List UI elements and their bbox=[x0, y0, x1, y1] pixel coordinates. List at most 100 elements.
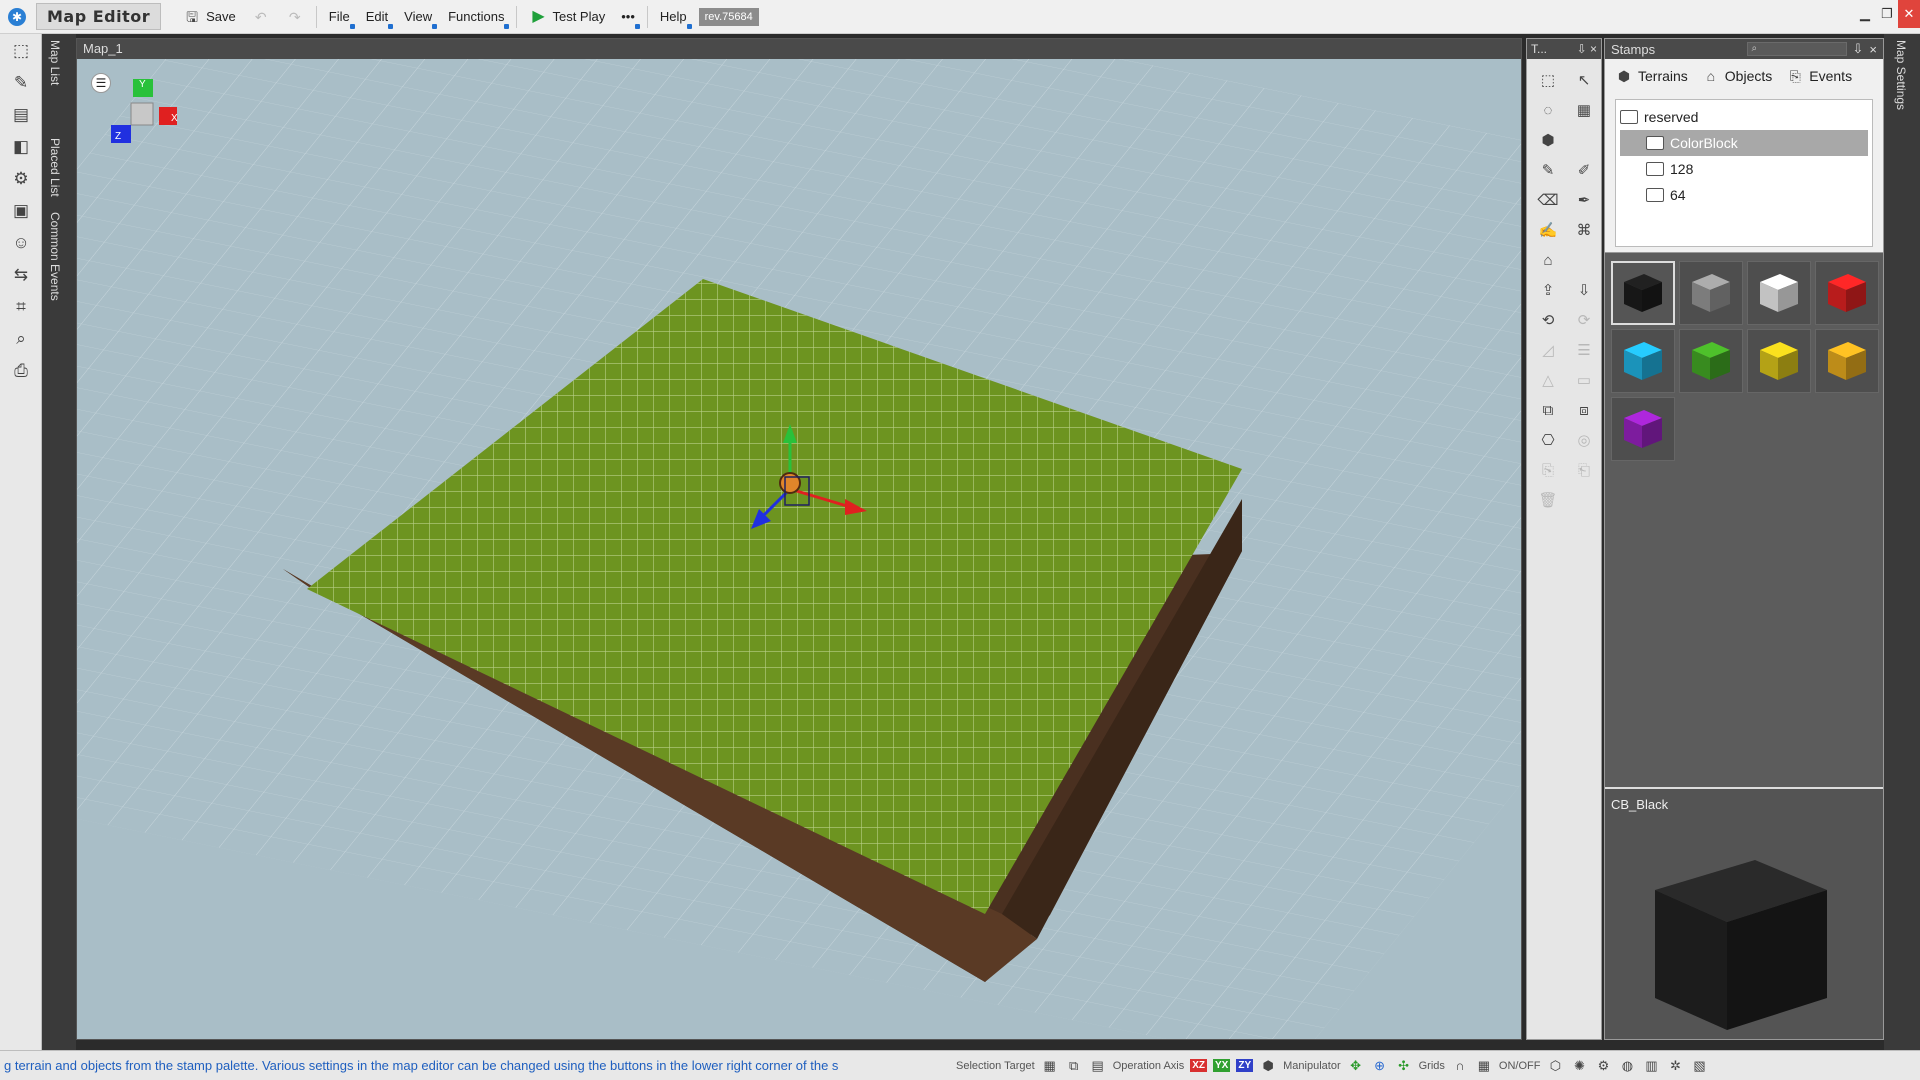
menu-view-label: View bbox=[404, 9, 433, 24]
globe-toggle-icon[interactable]: ◍ bbox=[1618, 1057, 1636, 1075]
brush-icon[interactable]: ✐ bbox=[1569, 155, 1599, 185]
layers-icon[interactable]: ☰ bbox=[1569, 335, 1599, 365]
lower-icon[interactable]: ⇩ bbox=[1569, 275, 1599, 305]
pin-icon[interactable]: ⇩ bbox=[1853, 41, 1864, 57]
viewport-tab[interactable]: Map_1 bbox=[77, 39, 1521, 59]
rotate-icon[interactable]: ⟲ bbox=[1533, 305, 1563, 335]
settings-toggle-icon[interactable]: ▧ bbox=[1690, 1057, 1708, 1075]
paint-icon[interactable]: ✍ bbox=[1533, 215, 1563, 245]
map-edit-icon[interactable]: ✎ bbox=[5, 68, 37, 98]
tab-objects[interactable]: ⌂ Objects bbox=[1702, 63, 1773, 89]
house-icon[interactable]: ⌂ bbox=[1533, 245, 1563, 275]
flow-icon[interactable]: ⇆ bbox=[5, 260, 37, 290]
axis-xz-button[interactable]: XZ bbox=[1190, 1059, 1208, 1072]
map-viewport[interactable]: Map_1 ☰ Y X Z bbox=[76, 38, 1522, 1040]
document-icon[interactable]: ◧ bbox=[5, 132, 37, 162]
stamp-icon[interactable]: ⎔ bbox=[1533, 425, 1563, 455]
menu-functions[interactable]: Functions bbox=[440, 4, 512, 30]
event-target-icon[interactable]: ▤ bbox=[1089, 1057, 1107, 1075]
menu-view[interactable]: View bbox=[396, 4, 440, 30]
paste-icon[interactable]: ⎗ bbox=[1569, 455, 1599, 485]
magnet-icon[interactable]: ∩ bbox=[1451, 1057, 1469, 1075]
close-icon[interactable]: × bbox=[1869, 42, 1877, 57]
axis-orientation-gizmo[interactable]: Y X Z bbox=[101, 75, 191, 155]
stamp-swatch[interactable] bbox=[1679, 329, 1743, 393]
stamp-swatch[interactable] bbox=[1611, 397, 1675, 461]
tab-terrains[interactable]: ⬢ Terrains bbox=[1615, 63, 1688, 89]
redo-button[interactable]: ↷ bbox=[278, 4, 312, 30]
database-icon[interactable]: ▤ bbox=[5, 100, 37, 130]
grid-target-icon[interactable]: ▦ bbox=[1041, 1057, 1059, 1075]
grid-select-icon[interactable]: ▦ bbox=[1569, 95, 1599, 125]
tab-map-settings[interactable]: Map Settings bbox=[1894, 40, 1908, 110]
character-icon[interactable]: ☺ bbox=[5, 228, 37, 258]
stamp-swatch[interactable] bbox=[1815, 329, 1879, 393]
search-icon[interactable]: ⌕ bbox=[5, 324, 37, 354]
box-icon[interactable]: ▭ bbox=[1569, 365, 1599, 395]
lasso-icon[interactable]: ◌ bbox=[1533, 95, 1563, 125]
grid-icon[interactable]: ▦ bbox=[1475, 1057, 1493, 1075]
stamp-swatch[interactable] bbox=[1747, 329, 1811, 393]
manipulator-icon[interactable]: ⬢ bbox=[1259, 1057, 1277, 1075]
tree-folder-reserved[interactable]: reserved bbox=[1620, 104, 1868, 130]
raise-icon[interactable]: ⇪ bbox=[1533, 275, 1563, 305]
cube-icon[interactable]: ⬢ bbox=[1533, 125, 1563, 155]
move-gizmo-icon[interactable]: ✥ bbox=[1347, 1057, 1365, 1075]
stamp-swatch[interactable] bbox=[1815, 261, 1879, 325]
merge-icon[interactable]: ⧉ bbox=[1533, 395, 1563, 425]
slope-icon[interactable]: ◿ bbox=[1533, 335, 1563, 365]
rotate-gizmo-icon[interactable]: ⊕ bbox=[1371, 1057, 1389, 1075]
menu-help[interactable]: Help bbox=[652, 4, 695, 30]
restore-icon[interactable]: ❐ bbox=[1876, 0, 1898, 28]
light-toggle-icon[interactable]: ✺ bbox=[1570, 1057, 1588, 1075]
object-target-icon[interactable]: ⧉ bbox=[1065, 1057, 1083, 1075]
eraser-icon[interactable]: ⌫ bbox=[1533, 185, 1563, 215]
tab-common-events[interactable]: Common Events bbox=[48, 212, 62, 301]
stamp-swatch[interactable] bbox=[1611, 261, 1675, 325]
stamp-swatch[interactable] bbox=[1747, 261, 1811, 325]
stamps-search-input[interactable]: ⌕ bbox=[1746, 42, 1847, 56]
tab-map-list[interactable]: Map List bbox=[48, 40, 62, 85]
test-play-button[interactable]: ▶ Test Play bbox=[521, 4, 613, 30]
pin-icon[interactable]: ⇩ bbox=[1577, 42, 1587, 56]
menu-file[interactable]: File bbox=[321, 4, 358, 30]
trash-icon[interactable]: 🗑 bbox=[1533, 485, 1563, 515]
close-icon[interactable]: ✕ bbox=[1898, 0, 1920, 28]
print-icon[interactable]: ⎙ bbox=[5, 356, 37, 386]
fill-icon[interactable]: ⌘ bbox=[1569, 215, 1599, 245]
tab-events[interactable]: ⎘ Events bbox=[1786, 63, 1852, 89]
minimize-icon[interactable]: ▁ bbox=[1854, 0, 1876, 28]
more-button[interactable]: ••• bbox=[613, 4, 643, 30]
menu-edit[interactable]: Edit bbox=[358, 4, 396, 30]
axis-zy-button[interactable]: ZY bbox=[1236, 1059, 1254, 1072]
stamp-swatch[interactable] bbox=[1679, 261, 1743, 325]
pointer-help-icon[interactable]: ⬚ bbox=[5, 36, 37, 66]
scene-canvas[interactable] bbox=[77, 59, 1521, 1039]
screen-icon[interactable]: ▣ bbox=[5, 196, 37, 226]
tree-folder-128[interactable]: 128 bbox=[1620, 156, 1868, 182]
axis-yx-button[interactable]: YX bbox=[1213, 1059, 1231, 1072]
target-icon[interactable]: ◎ bbox=[1569, 425, 1599, 455]
rotate-alt-icon[interactable]: ⟳ bbox=[1569, 305, 1599, 335]
save-button[interactable]: 🖫 Save bbox=[175, 4, 244, 30]
undo-button[interactable]: ↶ bbox=[244, 4, 278, 30]
tree-folder-64[interactable]: 64 bbox=[1620, 182, 1868, 208]
close-icon[interactable]: × bbox=[1590, 42, 1597, 56]
pointer-icon[interactable]: ↖ bbox=[1569, 65, 1599, 95]
camera-toggle-icon[interactable]: ⚙ bbox=[1594, 1057, 1612, 1075]
layer-toggle-icon[interactable]: ⬡ bbox=[1546, 1057, 1564, 1075]
stamp-swatch[interactable] bbox=[1611, 329, 1675, 393]
pen-icon[interactable]: ✎ bbox=[1533, 155, 1563, 185]
copy-icon[interactable]: ⎘ bbox=[1533, 455, 1563, 485]
resource-icon[interactable]: ⚙ bbox=[5, 164, 37, 194]
rect-select-icon[interactable]: ⬚ bbox=[1533, 65, 1563, 95]
triangle-icon[interactable]: △ bbox=[1533, 365, 1563, 395]
select-icon[interactable]: ⌗ bbox=[5, 292, 37, 322]
event-toggle-icon[interactable]: ✲ bbox=[1666, 1057, 1684, 1075]
split-icon[interactable]: ⧈ bbox=[1569, 395, 1599, 425]
tab-placed-list[interactable]: Placed List bbox=[48, 138, 62, 197]
tree-folder-colorblock[interactable]: ColorBlock bbox=[1620, 130, 1868, 156]
collision-toggle-icon[interactable]: ▥ bbox=[1642, 1057, 1660, 1075]
scale-gizmo-icon[interactable]: ✣ bbox=[1395, 1057, 1413, 1075]
eyedropper-icon[interactable]: ✒ bbox=[1569, 185, 1599, 215]
